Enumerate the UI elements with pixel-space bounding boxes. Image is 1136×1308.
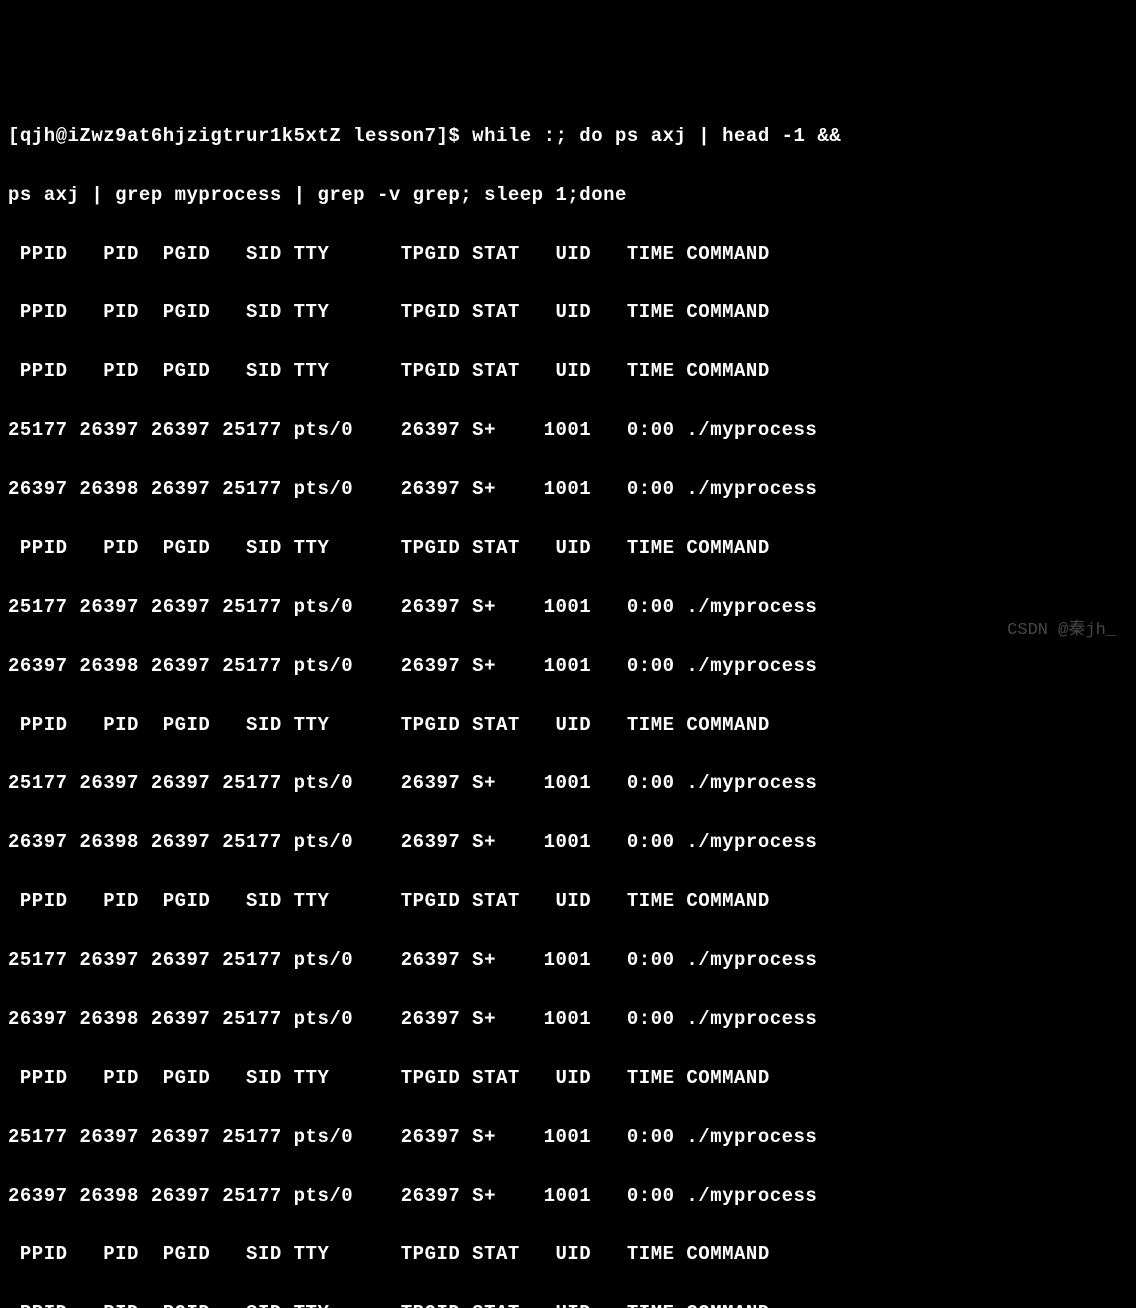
- output-line: PPID PID PGID SID TTY TPGID STAT UID TIM…: [8, 1240, 1128, 1269]
- output-line: PPID PID PGID SID TTY TPGID STAT UID TIM…: [8, 240, 1128, 269]
- output-line: 25177 26397 26397 25177 pts/0 26397 S+ 1…: [8, 416, 1128, 445]
- output-line: PPID PID PGID SID TTY TPGID STAT UID TIM…: [8, 534, 1128, 563]
- output-line: PPID PID PGID SID TTY TPGID STAT UID TIM…: [8, 357, 1128, 386]
- output-line: 26397 26398 26397 25177 pts/0 26397 S+ 1…: [8, 652, 1128, 681]
- command-prompt-line1: [qjh@iZwz9at6hjzigtrur1k5xtZ lesson7]$ w…: [8, 122, 1128, 151]
- output-line: 25177 26397 26397 25177 pts/0 26397 S+ 1…: [8, 769, 1128, 798]
- output-line: 25177 26397 26397 25177 pts/0 26397 S+ 1…: [8, 593, 1128, 622]
- output-line: 26397 26398 26397 25177 pts/0 26397 S+ 1…: [8, 1005, 1128, 1034]
- output-line: 26397 26398 26397 25177 pts/0 26397 S+ 1…: [8, 475, 1128, 504]
- output-line: PPID PID PGID SID TTY TPGID STAT UID TIM…: [8, 887, 1128, 916]
- output-line: PPID PID PGID SID TTY TPGID STAT UID TIM…: [8, 711, 1128, 740]
- command-prompt-line2: ps axj | grep myprocess | grep -v grep; …: [8, 181, 1128, 210]
- output-line: 25177 26397 26397 25177 pts/0 26397 S+ 1…: [8, 1123, 1128, 1152]
- watermark-text: CSDN @秦jh_: [1007, 618, 1116, 644]
- output-line: PPID PID PGID SID TTY TPGID STAT UID TIM…: [8, 298, 1128, 327]
- output-line: PPID PID PGID SID TTY TPGID STAT UID TIM…: [8, 1299, 1128, 1308]
- output-line: PPID PID PGID SID TTY TPGID STAT UID TIM…: [8, 1064, 1128, 1093]
- output-line: 25177 26397 26397 25177 pts/0 26397 S+ 1…: [8, 946, 1128, 975]
- output-line: 26397 26398 26397 25177 pts/0 26397 S+ 1…: [8, 828, 1128, 857]
- output-line: 26397 26398 26397 25177 pts/0 26397 S+ 1…: [8, 1182, 1128, 1211]
